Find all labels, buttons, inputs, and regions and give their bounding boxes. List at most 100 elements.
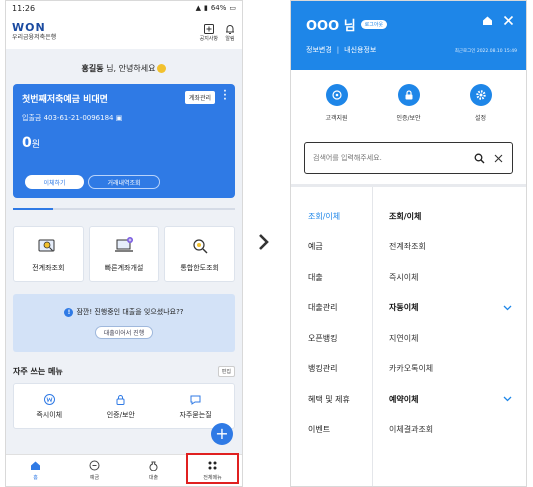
category-event[interactable]: 이벤트: [291, 415, 372, 446]
bell-icon: [226, 24, 234, 34]
money-bag-icon: [149, 461, 158, 471]
won-icon: [43, 393, 55, 405]
logout-button[interactable]: 로그아웃: [360, 20, 388, 29]
submenu-group-reserved[interactable]: 예약이체: [373, 384, 526, 415]
submenu-label: 이체결과조회: [389, 425, 434, 435]
settings-icon-wrap: [469, 84, 492, 106]
edit-info-link[interactable]: 정보변경: [306, 45, 332, 55]
category-loan[interactable]: 대출: [291, 262, 372, 293]
submenu-heading: 조회/이체: [373, 201, 526, 232]
add-button[interactable]: +: [211, 423, 233, 445]
alarm-button[interactable]: 알림: [224, 23, 236, 42]
submenu-item[interactable]: 즉시이체: [373, 262, 526, 293]
nav-label: 전체메뉴: [203, 475, 222, 481]
info-icon: !: [64, 307, 74, 317]
category-benefits[interactable]: 혜택 및 제휴: [291, 384, 372, 415]
submenu-label: 조회/이체: [389, 211, 422, 221]
grid-icon: [208, 461, 217, 470]
favorites-edit-button[interactable]: 편집: [217, 366, 235, 377]
greeting: 홍길동 님, 안녕하세요: [6, 49, 242, 84]
clear-icon[interactable]: [493, 153, 504, 164]
favorites-list: 즉시이체 인증/보안 자주묻는질: [13, 383, 235, 429]
quick-security[interactable]: 인증/보안: [396, 84, 421, 122]
brand-logo[interactable]: WON 우리금융저축은행: [12, 22, 56, 42]
app-header: WON 우리금융저축은행 공지사항 알림: [6, 15, 242, 49]
history-button[interactable]: 거래내역조회: [88, 175, 160, 189]
quick-label: 설정: [474, 115, 487, 122]
favorite-label: 자주묻는질: [179, 410, 212, 419]
category-inquiry-transfer[interactable]: 조회/이체: [291, 201, 372, 232]
account-balance: 0원: [22, 135, 226, 151]
chat-icon: [190, 395, 201, 405]
user-name: OOO 님: [306, 15, 356, 34]
category-banking-manage[interactable]: 뱅킹관리: [291, 354, 372, 385]
last-login: 최근로그인 2022.08.10 15:49: [454, 49, 517, 54]
lock-icon: [116, 394, 125, 405]
alarm-label: 알림: [225, 35, 235, 42]
favorite-security[interactable]: 인증/보안: [107, 393, 135, 420]
close-icon[interactable]: [503, 15, 514, 26]
nav-all-menu[interactable]: 전체메뉴: [183, 453, 242, 486]
account-manage-button[interactable]: 계좌관리: [184, 91, 215, 104]
header-icons: 공지사항 알림: [200, 23, 236, 42]
coin-icon: [89, 460, 100, 471]
account-search-icon: [38, 239, 55, 252]
menu-label: 전계좌조회: [32, 264, 65, 272]
home-icon: [31, 461, 40, 470]
notice-button[interactable]: 공지사항: [200, 23, 218, 42]
notice-icon: [203, 23, 214, 34]
laptop-icon: [115, 237, 133, 252]
menu-body: 조회/이체 예금 대출 대출관리 오픈뱅킹 뱅킹관리 혜택 및 제휴 이벤트 조…: [291, 187, 526, 486]
copy-icon[interactable]: ▣: [116, 114, 123, 122]
favorite-label: 인증/보안: [106, 410, 135, 419]
favorites-title: 자주 쓰는 메뉴: [13, 367, 63, 376]
transfer-button[interactable]: 이체하기: [25, 175, 84, 189]
quick-settings[interactable]: 설정: [469, 84, 492, 122]
signal-icon: ▮: [203, 4, 208, 12]
submenu-label: 즉시이체: [389, 272, 419, 282]
nav-deposit[interactable]: 예금: [65, 455, 124, 486]
continue-loan-button[interactable]: 대출이어서 진행: [94, 326, 154, 339]
favorites-header: 자주 쓰는 메뉴 편집: [13, 366, 235, 377]
submenu-label: 지연이체: [389, 333, 419, 343]
home-icon[interactable]: [482, 15, 493, 26]
gear-icon: [475, 90, 486, 100]
header-actions: [482, 15, 514, 26]
menu-limit-check[interactable]: 통합한도조회: [164, 226, 236, 282]
battery-level: 64%: [210, 4, 227, 12]
menu-quick-open[interactable]: 빠른계좌개설: [88, 226, 160, 282]
account-card[interactable]: 첫번째저축예금 비대면 계좌관리 · · · 입출금 403-61-21-00961…: [13, 84, 235, 198]
submenu-item[interactable]: 지연이체: [373, 323, 526, 354]
menu-search-box: [304, 142, 513, 174]
home-screen: 11:26 ▲ ▮ 64% ▭ WON 우리금융저축은행 공지사항 알림 홍길동…: [5, 0, 243, 487]
category-open-banking[interactable]: 오픈뱅킹: [291, 323, 372, 354]
nav-loan[interactable]: 대출: [124, 455, 183, 486]
search-input[interactable]: [313, 154, 466, 162]
quick-menu: 고객지원 인증/보안 설정: [291, 70, 526, 122]
link-separator: |: [336, 46, 340, 54]
security-icon-wrap: [397, 84, 420, 106]
logo-subtitle: 우리금융저축은행: [12, 34, 57, 41]
submenu-item[interactable]: 전계좌조회: [373, 232, 526, 263]
quick-support[interactable]: 고객지원: [325, 84, 348, 122]
more-icon[interactable]: · · ·: [223, 88, 227, 105]
category-loan-manage[interactable]: 대출관리: [291, 293, 372, 324]
nav-home[interactable]: 홈: [6, 455, 65, 486]
card-pager: [13, 208, 235, 210]
submenu-group-auto[interactable]: 자동이체: [373, 293, 526, 324]
favorite-instant-transfer[interactable]: 즉시이체: [36, 393, 62, 420]
menu-all-accounts[interactable]: 전계좌조회: [13, 226, 84, 282]
credit-info-link[interactable]: 내신용정보: [344, 45, 376, 55]
submenu-item[interactable]: 카카오톡이체: [373, 354, 526, 385]
account-actions: 이체하기 거래내역조회: [25, 175, 160, 189]
main-menu: 전계좌조회 빠른계좌개설 통합한도조회: [13, 226, 236, 282]
category-list: 조회/이체 예금 대출 대출관리 오픈뱅킹 뱅킹관리 혜택 및 제휴 이벤트: [291, 187, 373, 486]
smile-icon: [157, 64, 167, 73]
category-deposit[interactable]: 예금: [291, 232, 372, 263]
bottom-nav: 홈 예금 대출 전체메뉴: [6, 453, 242, 486]
quick-label: 고객지원: [325, 115, 348, 122]
search-icon[interactable]: [474, 153, 485, 164]
submenu-item[interactable]: 이체결과조회: [373, 415, 526, 446]
status-time: 11:26: [12, 3, 36, 13]
favorite-faq[interactable]: 자주묻는질: [179, 393, 212, 420]
